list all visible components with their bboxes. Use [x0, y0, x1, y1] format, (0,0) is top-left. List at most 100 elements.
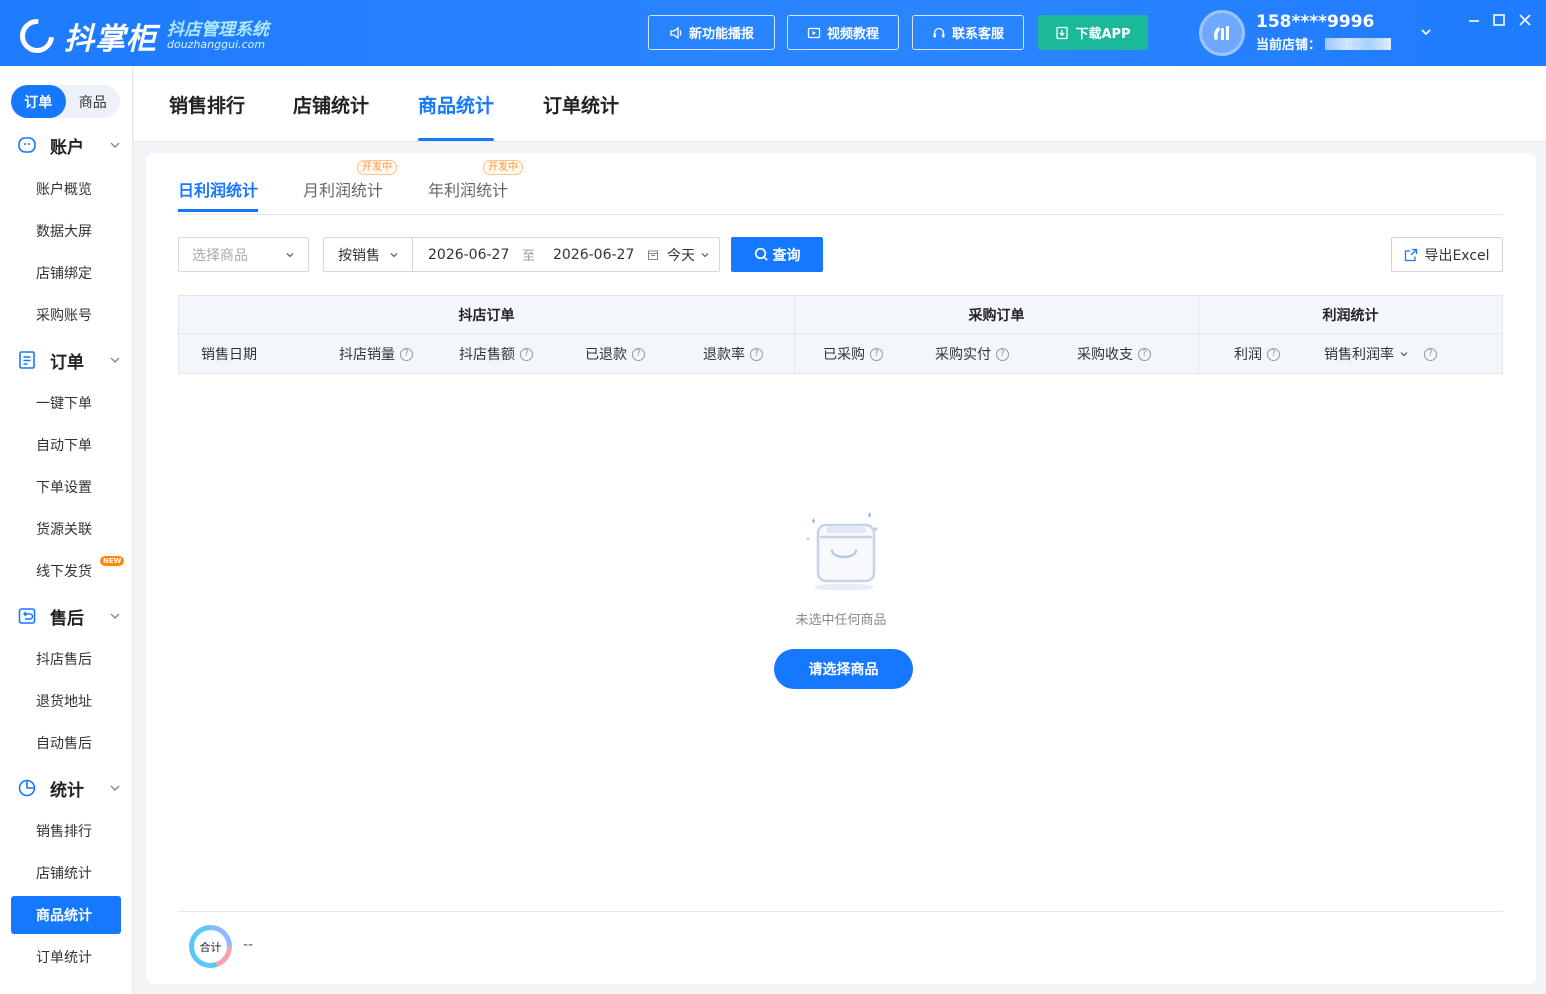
user-avatar[interactable]	[1199, 10, 1245, 56]
sidebar-segment-toggle: 订单 商品	[11, 85, 120, 118]
empty-bag-icon	[806, 512, 878, 591]
sidebar-item-purchase-account[interactable]: 采购账号	[11, 296, 121, 334]
help-icon[interactable]: ?	[870, 347, 883, 361]
app-subtitle: 抖店管理系统	[167, 19, 269, 40]
sidebar-item-sales-ranking[interactable]: 销售排行	[11, 812, 121, 850]
help-icon[interactable]: ?	[520, 347, 533, 361]
in-development-tag: 开发中	[357, 160, 397, 175]
sort-chevron-down-icon[interactable]	[1399, 349, 1409, 359]
maximize-icon	[1493, 14, 1505, 26]
chevron-down-icon	[390, 252, 398, 257]
col-purchase-paid[interactable]: 采购实付?	[935, 344, 1009, 364]
col-douyin-sales-qty[interactable]: 抖店销量?	[339, 344, 413, 364]
search-icon	[754, 247, 768, 261]
sidebar-group-after-sales[interactable]: 售后	[0, 602, 133, 630]
order-list-icon	[19, 351, 35, 369]
account-icon	[18, 137, 36, 153]
help-icon[interactable]: ?	[632, 347, 645, 361]
news-button[interactable]: 新功能播报	[648, 15, 775, 50]
sidebar-item-shop-binding[interactable]: 店铺绑定	[11, 254, 121, 292]
pie-chart-icon	[18, 779, 36, 797]
sidebar-item-auto-after-sales[interactable]: 自动售后	[11, 724, 121, 762]
help-icon[interactable]: ?	[400, 347, 413, 361]
date-separator: 至	[522, 249, 536, 264]
sidebar-item-return-address[interactable]: 退货地址	[11, 682, 121, 720]
help-icon[interactable]: ?	[1267, 347, 1280, 361]
sidebar-item-auto-order[interactable]: 自动下单	[11, 426, 121, 464]
subtab-monthly-profit[interactable]: 月利润统计	[303, 177, 383, 201]
maximize-button[interactable]	[1491, 12, 1507, 28]
product-select[interactable]: 选择商品	[178, 237, 309, 272]
col-purchase-balance[interactable]: 采购收支?	[1077, 344, 1151, 364]
date-start[interactable]: 2026-06-27	[428, 247, 509, 263]
choose-product-button[interactable]: 请选择商品	[774, 649, 913, 689]
app-logo: 抖掌柜 抖店管理系统 douzhanggui.com	[13, 12, 269, 60]
col-profit[interactable]: 利润?	[1234, 344, 1280, 364]
export-excel-button[interactable]: 导出Excel	[1391, 237, 1503, 272]
col-sales-profit-rate[interactable]: 销售利润率 ?	[1324, 344, 1437, 364]
sidebar-group-statistics[interactable]: 统计	[0, 774, 133, 802]
help-icon[interactable]: ?	[750, 347, 763, 361]
sidebar-item-product-stats[interactable]: 商品统计	[11, 896, 121, 934]
subtab-daily-profit[interactable]: 日利润统计	[178, 177, 259, 212]
total-label: 合计	[194, 930, 227, 963]
col-purchased[interactable]: 已采购?	[823, 344, 883, 364]
sidebar-item-order-stats[interactable]: 订单统计	[11, 938, 121, 976]
segment-products[interactable]: 商品	[66, 85, 121, 118]
headset-icon	[933, 27, 945, 37]
user-phone: 158****9996	[1256, 12, 1375, 32]
help-icon[interactable]: ?	[1424, 347, 1437, 361]
app-domain: douzhanggui.com	[167, 38, 266, 52]
download-icon	[1056, 26, 1069, 39]
subtab-yearly-profit[interactable]: 年利润统计	[428, 177, 508, 201]
export-icon	[1405, 248, 1418, 261]
sidebar-item-account-overview[interactable]: 账户概览	[11, 170, 121, 208]
mode-select[interactable]: 按销售	[323, 237, 413, 272]
sidebar-item-douyin-after-sales[interactable]: 抖店售后	[11, 640, 121, 678]
col-refund-rate[interactable]: 退款率?	[703, 344, 763, 364]
stats-table-header: 抖店订单 采购订单 利润统计 销售日期 抖店销量? 抖店售额? 已退款? 退款率…	[178, 295, 1503, 374]
col-refunded[interactable]: 已退款?	[585, 344, 645, 364]
new-badge: NEW	[100, 556, 125, 566]
sidebar-item-data-screen[interactable]: 数据大屏	[11, 212, 121, 250]
sidebar-item-order-settings[interactable]: 下单设置	[11, 468, 121, 506]
total-value: --	[243, 937, 254, 953]
tab-sales-ranking[interactable]: 销售排行	[169, 66, 245, 142]
chevron-down-icon	[110, 357, 120, 363]
sidebar-item-source-link[interactable]: 货源关联	[11, 510, 121, 548]
minimize-button[interactable]	[1466, 12, 1482, 28]
contact-service-button[interactable]: 联系客服	[912, 15, 1024, 50]
user-menu-chevron-icon[interactable]	[1419, 25, 1433, 43]
footer-divider	[178, 911, 1503, 912]
date-preset[interactable]: 今天	[667, 245, 695, 265]
sidebar-item-shop-stats[interactable]: 店铺统计	[11, 854, 121, 892]
title-bar: 抖掌柜 抖店管理系统 douzhanggui.com 新功能播报 视频教程 联系…	[0, 0, 1546, 66]
in-development-tag: 开发中	[483, 160, 523, 175]
segment-orders[interactable]: 订单	[11, 85, 66, 118]
col-douyin-sales-amount[interactable]: 抖店售额?	[459, 344, 533, 364]
logo-mark-icon	[13, 12, 61, 60]
close-button[interactable]	[1517, 12, 1533, 28]
content-card: 日利润统计 月利润统计 开发中 年利润统计 开发中 选择商品 按销售 2026-…	[146, 153, 1536, 984]
app-name: 抖掌柜	[64, 22, 157, 57]
calendar-icon	[648, 250, 658, 260]
sidebar-item-offline-shipping[interactable]: 线下发货 NEW	[11, 552, 125, 590]
help-icon[interactable]: ?	[996, 347, 1009, 361]
tab-shop-stats[interactable]: 店铺统计	[293, 66, 369, 142]
sidebar-group-orders[interactable]: 订单	[0, 346, 133, 374]
date-end[interactable]: 2026-06-27	[553, 247, 634, 263]
sidebar-item-one-click-order[interactable]: 一键下单	[11, 384, 121, 422]
tab-product-stats[interactable]: 商品统计	[418, 66, 495, 142]
date-range-picker[interactable]: 2026-06-27 至 2026-06-27 今天	[412, 237, 720, 272]
query-button[interactable]: 查询	[731, 237, 823, 272]
video-tutorial-button[interactable]: 视频教程	[787, 15, 899, 50]
current-shop: 当前店铺：	[1256, 34, 1392, 53]
group-purchase-orders: 采购订单	[795, 296, 1198, 334]
download-app-button[interactable]: 下载APP	[1038, 15, 1148, 50]
help-icon[interactable]: ?	[1138, 347, 1151, 361]
tab-order-stats[interactable]: 订单统计	[543, 66, 619, 142]
close-icon	[1519, 14, 1531, 26]
col-sale-date[interactable]: 销售日期	[201, 344, 257, 364]
speaker-icon	[670, 26, 682, 39]
sidebar-group-account[interactable]: 账户	[0, 131, 133, 159]
